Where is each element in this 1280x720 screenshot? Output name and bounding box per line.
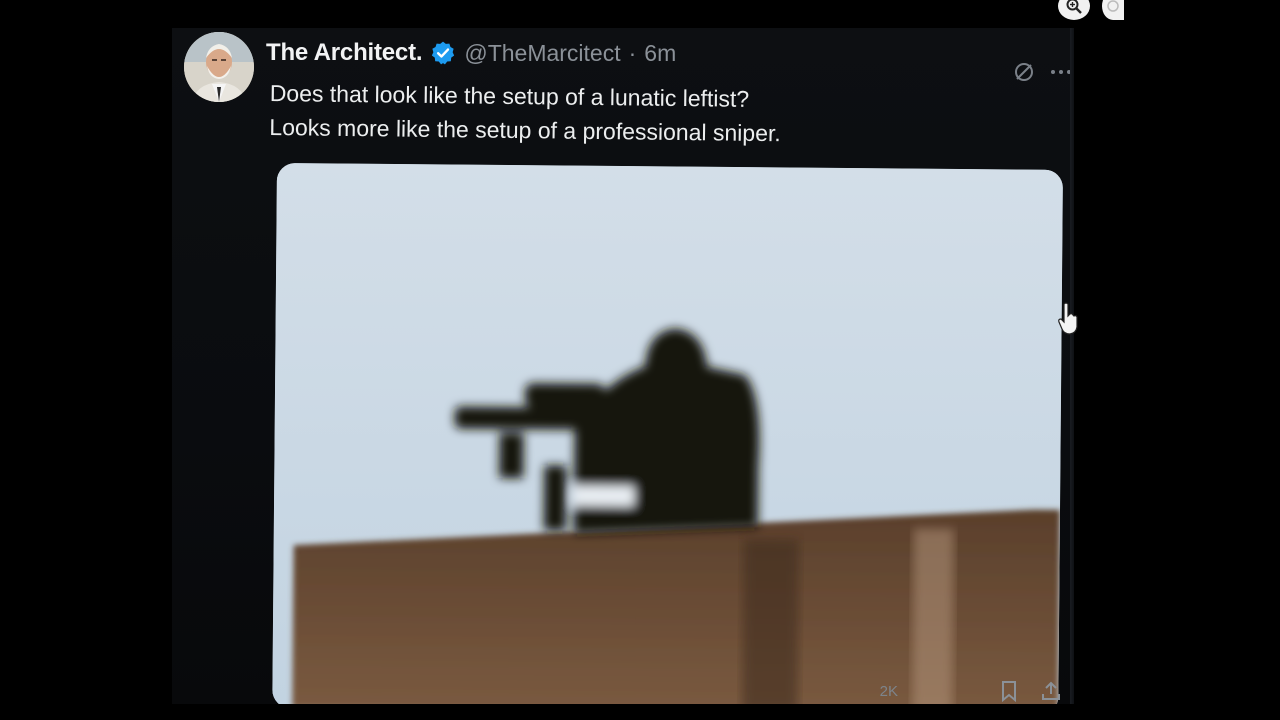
hand-cursor-icon (1058, 302, 1078, 335)
verified-badge-icon (432, 41, 455, 65)
zoom-icon (1066, 0, 1082, 14)
share-icon[interactable] (1040, 680, 1062, 702)
extra-browser-button[interactable] (1102, 0, 1124, 20)
tweet-text-line-2: Looks more like the setup of a professio… (269, 113, 781, 147)
timestamp[interactable]: 6m (644, 40, 676, 67)
tweet-action-bar: 2K (812, 678, 1062, 704)
tweet-screen: The Architect. @TheMarcitect · 6m Does t… (172, 28, 1074, 704)
circle-icon (1107, 0, 1119, 12)
tweet-media-image[interactable] (272, 163, 1063, 704)
tweet-header: The Architect. @TheMarcitect · 6m (266, 36, 676, 70)
zoom-button[interactable] (1058, 0, 1090, 20)
grok-icon[interactable] (1012, 60, 1036, 84)
tweet-text: Does that look like the setup of a lunat… (269, 76, 781, 150)
bookmark-icon[interactable] (998, 680, 1020, 702)
author-handle[interactable]: @TheMarcitect (464, 40, 620, 67)
monitor-edge (1070, 28, 1074, 704)
avatar[interactable] (184, 32, 254, 102)
tweet-post[interactable]: The Architect. @TheMarcitect · 6m Does t… (172, 28, 1074, 704)
avatar-portrait (184, 32, 254, 102)
views-count[interactable]: 2K (880, 683, 898, 700)
sniper-photo (272, 163, 1063, 704)
separator-dot: · (628, 39, 637, 66)
author-name[interactable]: The Architect. (266, 39, 423, 67)
